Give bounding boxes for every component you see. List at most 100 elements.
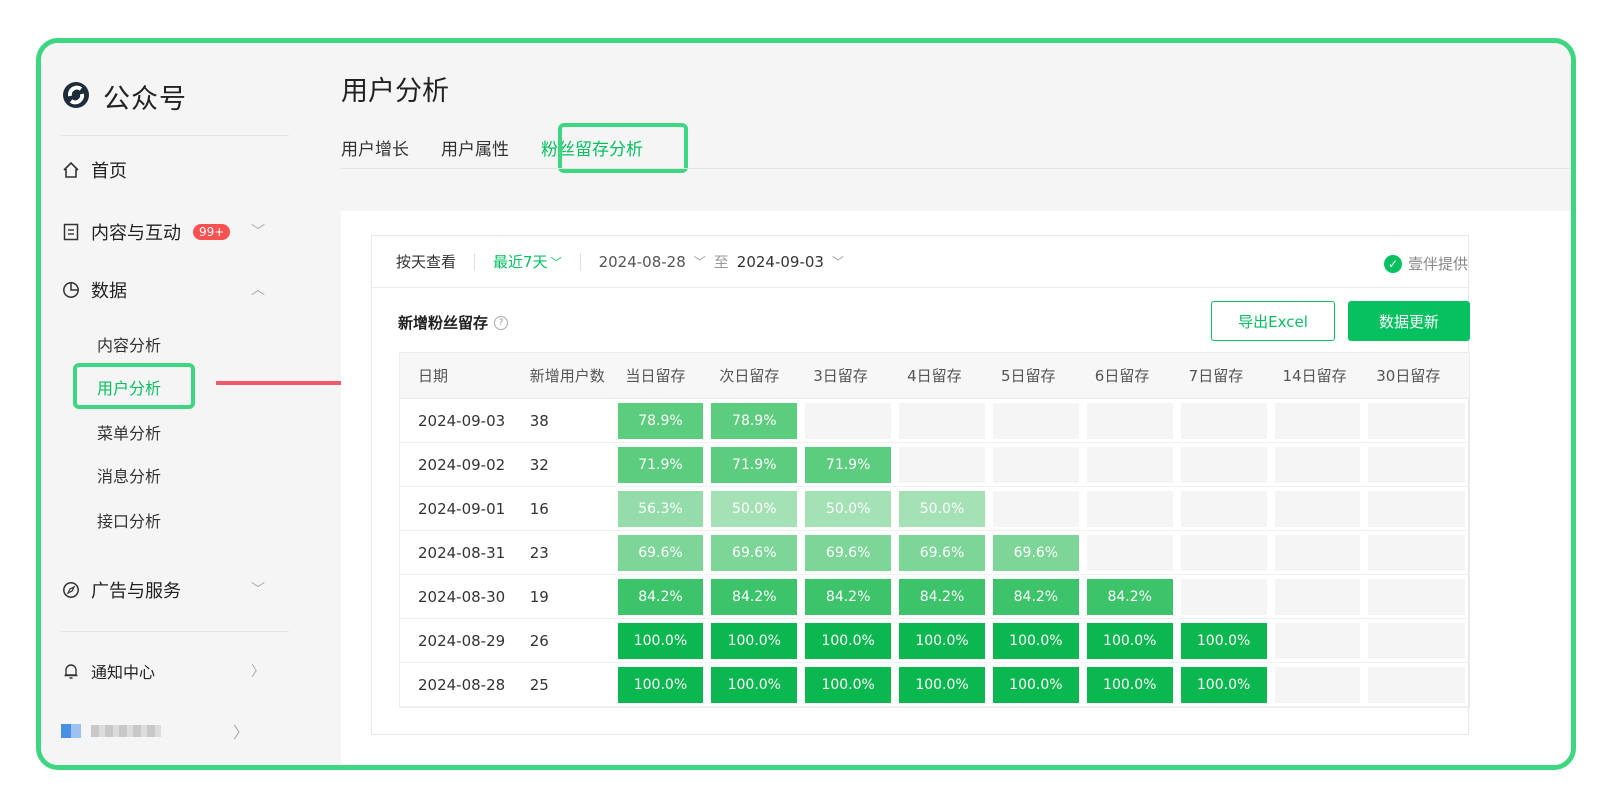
date-cell: 2024-08-29 bbox=[400, 619, 518, 663]
content-panel: 按天查看 最近7天 ﹀ 2024-08-28 ﹀ 至 2024-09-03 ﹀ … bbox=[341, 211, 1571, 765]
retention-cell: 100.0% bbox=[801, 663, 896, 707]
retention-cell bbox=[1270, 443, 1365, 487]
date-cell: 2024-09-02 bbox=[400, 443, 518, 487]
retention-value: 78.9% bbox=[711, 402, 798, 439]
retention-cell: 100.0% bbox=[1082, 619, 1177, 663]
compass-icon bbox=[61, 580, 81, 600]
chevron-down-icon: ﹀ bbox=[550, 255, 562, 269]
tab-user-growth[interactable]: 用户增长 bbox=[341, 135, 409, 160]
retention-cell bbox=[1364, 399, 1469, 443]
retention-empty bbox=[992, 446, 1079, 483]
table-header-cell: 新增用户数 bbox=[517, 353, 614, 399]
range-select[interactable]: 最近7天 bbox=[493, 251, 548, 272]
retention-empty bbox=[1368, 490, 1465, 527]
app-frame: 公众号 首页 内容与互动 99+ ﹀ 数据 ︿ 内容分析 用户分析 菜单分析 消… bbox=[36, 38, 1576, 770]
retention-value: 50.0% bbox=[805, 490, 892, 527]
account-switcher[interactable]: 〉 bbox=[61, 719, 249, 743]
retention-value: 100.0% bbox=[711, 622, 798, 659]
retention-value: 100.0% bbox=[1180, 666, 1267, 703]
tabs-divider bbox=[341, 168, 1571, 169]
sidebar-subitem-content-analysis[interactable]: 内容分析 bbox=[97, 332, 161, 356]
retention-empty bbox=[1368, 578, 1465, 615]
retention-empty bbox=[1274, 578, 1361, 615]
retention-value: 84.2% bbox=[992, 578, 1079, 615]
wechat-logo-icon bbox=[61, 80, 91, 114]
retention-value: 84.2% bbox=[1086, 578, 1173, 615]
sidebar: 公众号 首页 内容与互动 99+ ﹀ 数据 ︿ 内容分析 用户分析 菜单分析 消… bbox=[41, 43, 363, 765]
retention-value: 50.0% bbox=[899, 490, 985, 527]
table-header-cell: 4日留存 bbox=[895, 353, 989, 399]
retention-empty bbox=[1274, 446, 1361, 483]
filter-separator bbox=[474, 252, 476, 271]
brand[interactable]: 公众号 bbox=[61, 77, 187, 116]
highlight-box-user-analysis bbox=[73, 363, 195, 409]
retention-cell: 84.2% bbox=[895, 575, 989, 619]
table-header-cell: 30日留存 bbox=[1364, 353, 1469, 399]
retention-empty bbox=[1274, 622, 1361, 659]
sidebar-item-data[interactable]: 数据 ︿ bbox=[61, 277, 265, 303]
retention-value: 69.6% bbox=[805, 534, 892, 571]
retention-cell: 50.0% bbox=[707, 487, 802, 531]
sidebar-item-label: 数据 bbox=[91, 281, 127, 302]
date-cell: 2024-09-03 bbox=[400, 399, 518, 443]
retention-cell: 50.0% bbox=[895, 487, 989, 531]
retention-value: 78.9% bbox=[617, 402, 704, 439]
table-header-row: 日期 新增用户数 当日留存 次日留存 3日留存 4日留存 5日留存 6日留存 7日留存 14日留存… bbox=[400, 353, 1469, 399]
sidebar-item-home[interactable]: 首页 bbox=[61, 157, 127, 183]
retention-value: 71.9% bbox=[805, 446, 892, 483]
retention-cell: 69.6% bbox=[801, 531, 896, 575]
sidebar-divider bbox=[61, 631, 289, 632]
table-row: 2024-09-03 38 78.9% 78.9% bbox=[400, 399, 1469, 443]
retention-value: 56.3% bbox=[617, 490, 704, 527]
retention-value: 84.2% bbox=[617, 578, 704, 615]
filter-bar: 按天查看 最近7天 ﹀ 2024-08-28 ﹀ 至 2024-09-03 ﹀ … bbox=[372, 236, 1468, 288]
help-icon[interactable]: ? bbox=[494, 315, 509, 330]
retention-cell: 100.0% bbox=[988, 663, 1083, 707]
retention-value: 84.2% bbox=[899, 578, 985, 615]
retention-value: 69.6% bbox=[711, 534, 798, 571]
export-excel-button[interactable]: 导出Excel bbox=[1211, 301, 1335, 341]
retention-empty bbox=[1180, 534, 1267, 571]
start-date[interactable]: 2024-08-28 bbox=[599, 253, 686, 271]
retention-empty bbox=[1086, 446, 1173, 483]
retention-cell: 71.9% bbox=[613, 443, 708, 487]
date-cell: 2024-08-30 bbox=[400, 575, 518, 619]
pie-chart-icon bbox=[61, 280, 81, 300]
retention-cell bbox=[895, 443, 989, 487]
retention-cell: 100.0% bbox=[895, 619, 989, 663]
retention-empty bbox=[1180, 578, 1267, 615]
date-cell: 2024-08-28 bbox=[400, 663, 518, 707]
retention-value: 100.0% bbox=[805, 666, 892, 703]
sidebar-item-notify[interactable]: 通知中心 〉 bbox=[61, 659, 265, 683]
sidebar-subitem-api-analysis[interactable]: 接口分析 bbox=[97, 508, 161, 532]
sidebar-subitem-message-analysis[interactable]: 消息分析 bbox=[97, 463, 161, 487]
sidebar-subitem-menu-analysis[interactable]: 菜单分析 bbox=[97, 420, 161, 444]
chevron-down-icon: ﹀ bbox=[693, 255, 706, 269]
retention-cell: 100.0% bbox=[707, 619, 802, 663]
retention-value: 69.6% bbox=[899, 534, 985, 571]
sidebar-item-label: 首页 bbox=[91, 161, 127, 182]
sidebar-item-content[interactable]: 内容与互动 99+ ﹀ bbox=[61, 219, 265, 245]
retention-cell: 71.9% bbox=[707, 443, 802, 487]
table-header-cell: 日期 bbox=[400, 353, 518, 399]
table-header-cell: 7日留存 bbox=[1176, 353, 1271, 399]
retention-cell: 84.2% bbox=[988, 575, 1083, 619]
document-icon bbox=[61, 222, 81, 242]
retention-empty bbox=[1086, 402, 1173, 439]
account-avatar bbox=[61, 724, 81, 738]
main-content: 用户分析 用户增长 用户属性 粉丝留存分析 按天查看 最近7天 ﹀ 2024-0… bbox=[341, 43, 1571, 765]
table-row: 2024-08-31 23 69.6% 69.6% 69.6% 69.6% 69.6% bbox=[400, 531, 1469, 575]
update-data-button[interactable]: 数据更新 bbox=[1348, 301, 1470, 341]
tab-user-attributes[interactable]: 用户属性 bbox=[441, 135, 509, 160]
sidebar-item-ads[interactable]: 广告与服务 ﹀ bbox=[61, 577, 265, 603]
retention-cell bbox=[1270, 487, 1365, 531]
retention-cell: 84.2% bbox=[613, 575, 708, 619]
retention-value: 100.0% bbox=[899, 666, 985, 703]
retention-card: 按天查看 最近7天 ﹀ 2024-08-28 ﹀ 至 2024-09-03 ﹀ … bbox=[371, 235, 1470, 735]
end-date[interactable]: 2024-09-03 bbox=[737, 253, 824, 271]
view-by-day[interactable]: 按天查看 bbox=[396, 251, 456, 272]
chevron-right-icon: 〉 bbox=[233, 723, 250, 742]
retention-value: 100.0% bbox=[617, 622, 704, 659]
home-icon bbox=[61, 160, 81, 180]
retention-cell bbox=[1176, 531, 1271, 575]
